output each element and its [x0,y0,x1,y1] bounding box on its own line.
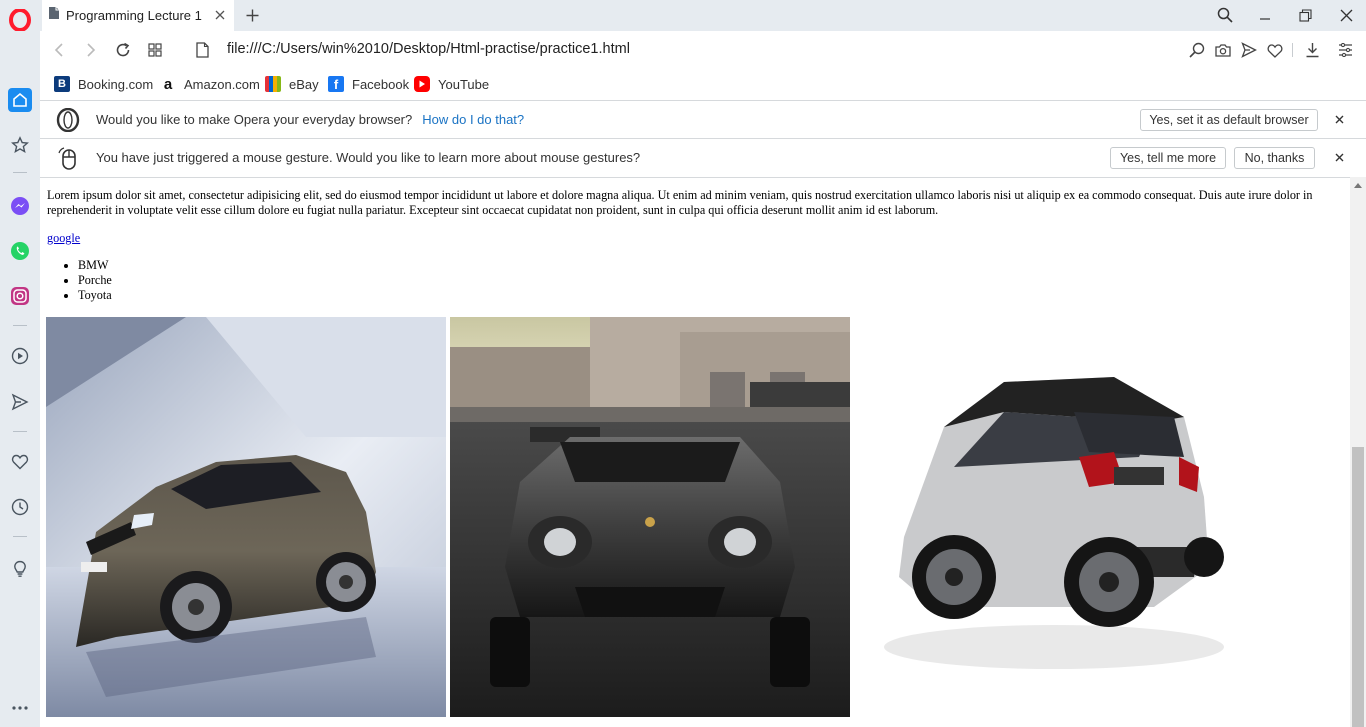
infobar-close-icon[interactable] [1331,149,1347,165]
gesture-message: You have just triggered a mouse gesture.… [96,150,641,165]
scrollbar-thumb[interactable] [1352,447,1364,727]
history-clock-icon[interactable] [8,495,32,519]
lorem-paragraph: Lorem ipsum dolor sit amet, consectetur … [47,188,1313,217]
speed-dial-home-icon[interactable] [8,88,32,112]
bookmark-label: Facebook [352,76,410,92]
sidebar-divider [13,325,27,326]
lightbulb-icon[interactable] [8,557,32,581]
messenger-icon[interactable] [8,194,32,218]
ebay-icon [265,76,281,92]
infobar-close-icon[interactable] [1331,111,1347,127]
bookmark-label: Booking.com [78,76,154,92]
bookmark-youtube[interactable]: YouTube [414,75,489,93]
infobar-message: Would you like to make Opera your everyd… [96,112,413,127]
whatsapp-icon[interactable] [8,239,32,263]
page-search-icon[interactable] [1188,41,1206,59]
tab-programming-lecture[interactable]: Programming Lecture 1 [42,0,234,31]
tab-strip: Programming Lecture 1 [40,0,1366,31]
pinboard-heart-icon[interactable] [8,450,32,474]
default-browser-infobar: Would you like to make Opera your everyd… [40,100,1366,138]
close-window-icon[interactable] [1335,4,1357,26]
list-item: Porche [78,273,1337,288]
youtube-icon [414,76,430,92]
booking-icon: B [54,76,70,92]
minimize-icon[interactable] [1254,4,1276,26]
sidebar-divider [13,172,27,173]
sidebar-divider [13,431,27,432]
sidebar-divider [13,536,27,537]
bookmark-amazon[interactable]: a Amazon.com [160,75,260,93]
downloads-icon[interactable] [1303,41,1321,59]
page-scrollbar[interactable] [1350,177,1366,727]
bookmark-ebay[interactable]: eBay [265,75,319,93]
forward-arrow-icon[interactable] [81,40,101,60]
no-thanks-button[interactable]: No, thanks [1234,147,1315,169]
bookmark-label: eBay [289,76,319,92]
car-list: BMW Porche Toyota [47,258,1337,303]
address-field[interactable]: file:///C:/Users/win%2010/Desktop/Html-p… [227,41,630,57]
snapshot-camera-icon[interactable] [1214,41,1232,59]
bookmark-facebook[interactable]: f Facebook [328,75,409,93]
my-flow-send-icon[interactable] [8,390,32,414]
opera-logo-icon[interactable] [8,8,32,32]
page-content: Lorem ipsum dolor sit amet, consectetur … [47,188,1337,303]
scroll-up-arrow-icon[interactable] [1350,179,1366,191]
set-default-browser-button[interactable]: Yes, set it as default browser [1140,109,1318,131]
instagram-icon[interactable] [8,284,32,308]
bookmark-label: Amazon.com [184,76,260,92]
address-bar-row: file:///C:/Users/win%2010/Desktop/Html-p… [40,31,1366,69]
back-arrow-icon[interactable] [49,40,69,60]
how-do-i-do-that-link[interactable]: How do I do that? [422,112,524,127]
opera-sidebar [0,0,40,727]
list-item: BMW [78,258,1337,273]
send-to-flow-icon[interactable] [1240,41,1258,59]
opera-logo-icon [56,107,80,137]
more-options-icon[interactable] [8,696,32,720]
list-item: Toyota [78,288,1337,303]
mouse-gesture-infobar: You have just triggered a mouse gesture.… [40,138,1366,176]
easy-setup-menu-icon[interactable] [1336,41,1354,59]
mouse-icon [58,147,80,176]
reload-icon[interactable] [113,40,133,60]
add-to-pinboard-heart-icon[interactable] [1266,41,1284,59]
player-icon[interactable] [8,344,32,368]
facebook-icon: f [328,76,344,92]
google-link[interactable]: google [47,231,80,246]
amazon-icon: a [160,76,176,93]
tell-me-more-button[interactable]: Yes, tell me more [1110,147,1226,169]
restore-window-icon[interactable] [1294,4,1316,26]
page-info-icon[interactable] [192,40,212,60]
toolbar-divider [1292,43,1293,57]
bookmark-label: YouTube [438,76,490,92]
toyota-chr-image [854,317,1254,717]
tabs-grid-icon[interactable] [145,40,165,60]
tab-title: Programming Lecture 1 [66,8,202,23]
tab-close-icon[interactable] [212,7,228,23]
porsche-carrera-image [450,317,850,717]
page-viewport: Lorem ipsum dolor sit amet, consectetur … [40,177,1350,727]
bmw-suv-image [46,317,446,717]
bookmarks-bar: B Booking.com a Amazon.com eBay f Facebo… [40,69,1366,100]
bookmarks-star-icon[interactable] [8,133,32,157]
bookmark-booking[interactable]: B Booking.com [54,75,153,93]
car-images [46,317,1346,717]
new-tab-plus-icon[interactable] [243,6,261,24]
document-icon [48,6,60,25]
tab-search-icon[interactable] [1214,4,1236,26]
